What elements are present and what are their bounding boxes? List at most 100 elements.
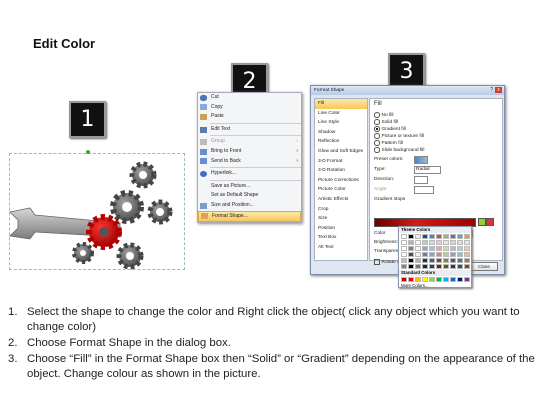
color-swatch[interactable] — [443, 264, 449, 269]
color-swatch[interactable] — [457, 258, 463, 263]
menu-item-group[interactable]: Group › — [198, 137, 301, 147]
remove-stop-icon[interactable] — [486, 218, 494, 226]
color-swatch[interactable] — [415, 264, 421, 269]
menu-item-copy[interactable]: Copy — [198, 103, 301, 113]
color-swatch[interactable] — [450, 240, 456, 245]
nav-item-fill[interactable]: Fill — [315, 99, 367, 109]
color-swatch[interactable] — [464, 240, 470, 245]
add-stop-icon[interactable] — [478, 218, 486, 226]
color-swatch[interactable] — [415, 240, 421, 245]
fill-option-slide-bg[interactable]: Slide background fill — [374, 147, 424, 153]
menu-item-paste[interactable]: Paste — [198, 112, 301, 122]
color-swatch[interactable] — [464, 258, 470, 263]
color-swatch[interactable] — [436, 240, 442, 245]
fill-option-pattern[interactable]: Pattern fill — [374, 140, 403, 146]
radio[interactable] — [374, 147, 380, 153]
color-swatch[interactable] — [422, 264, 428, 269]
color-swatch[interactable] — [436, 264, 442, 269]
color-swatch[interactable] — [422, 252, 428, 257]
nav-item-picture-color[interactable]: Picture Color — [315, 185, 367, 195]
color-swatch[interactable] — [408, 258, 414, 263]
menu-item-save-as-picture[interactable]: Save as Picture... — [198, 182, 301, 192]
checkbox[interactable] — [374, 259, 380, 265]
color-swatch[interactable] — [429, 246, 435, 251]
color-swatch[interactable] — [415, 234, 421, 239]
color-swatch[interactable] — [450, 258, 456, 263]
color-swatch[interactable] — [408, 246, 414, 251]
type-dropdown[interactable]: Radial — [414, 166, 441, 174]
radio[interactable] — [374, 119, 380, 125]
direction-dropdown[interactable] — [414, 176, 428, 184]
color-swatch[interactable] — [450, 234, 456, 239]
color-swatch[interactable] — [450, 277, 456, 282]
color-swatch[interactable] — [457, 234, 463, 239]
nav-item-line-color[interactable]: Line Color — [315, 109, 367, 119]
radio[interactable] — [374, 133, 380, 139]
color-swatch[interactable] — [457, 246, 463, 251]
nav-item-crop[interactable]: Crop — [315, 205, 367, 215]
color-swatch[interactable] — [408, 264, 414, 269]
color-swatch[interactable] — [436, 234, 442, 239]
color-swatch[interactable] — [429, 252, 435, 257]
color-swatch[interactable] — [422, 277, 428, 282]
angle-field[interactable] — [414, 186, 434, 194]
nav-item-line-style[interactable]: Line Style — [315, 118, 367, 128]
color-swatch[interactable] — [401, 246, 407, 251]
color-swatch[interactable] — [429, 264, 435, 269]
color-swatch[interactable] — [436, 252, 442, 257]
color-swatch[interactable] — [443, 234, 449, 239]
menu-item-cut[interactable]: Cut — [198, 93, 301, 103]
fill-option-gradient[interactable]: Gradient fill — [374, 126, 406, 132]
radio[interactable] — [374, 140, 380, 146]
gears-wrench-graphic[interactable] — [0, 140, 190, 280]
color-swatch[interactable] — [429, 234, 435, 239]
radio-selected[interactable] — [374, 126, 380, 132]
color-swatch[interactable] — [408, 277, 414, 282]
nav-item-3d-rotation[interactable]: 3-D Rotation — [315, 166, 367, 176]
fill-option-solid[interactable]: Solid fill — [374, 119, 398, 125]
color-swatch[interactable] — [401, 258, 407, 263]
color-swatch[interactable] — [415, 277, 421, 282]
help-icon[interactable]: ? — [490, 87, 493, 93]
color-swatch[interactable] — [401, 277, 407, 282]
color-swatch[interactable] — [429, 240, 435, 245]
color-swatch[interactable] — [408, 252, 414, 257]
color-swatch[interactable] — [464, 252, 470, 257]
color-swatch[interactable] — [450, 252, 456, 257]
color-swatch[interactable] — [443, 246, 449, 251]
nav-item-alt-text[interactable]: Alt Text — [315, 243, 367, 253]
color-swatch[interactable] — [436, 258, 442, 263]
color-swatch[interactable] — [422, 234, 428, 239]
color-swatch[interactable] — [457, 264, 463, 269]
menu-item-size-position[interactable]: Size and Position... — [198, 201, 301, 211]
menu-item-set-default-shape[interactable]: Set as Default Shape — [198, 191, 301, 201]
menu-item-bring-to-front[interactable]: Bring to Front › — [198, 147, 301, 157]
nav-item-reflection[interactable]: Reflection — [315, 137, 367, 147]
close-icon[interactable]: x — [495, 87, 502, 93]
color-swatch[interactable] — [415, 246, 421, 251]
color-swatch[interactable] — [429, 258, 435, 263]
color-swatch[interactable] — [450, 264, 456, 269]
color-swatch[interactable] — [443, 277, 449, 282]
nav-item-artistic-effects[interactable]: Artistic Effects — [315, 195, 367, 205]
color-swatch[interactable] — [436, 246, 442, 251]
color-swatch[interactable] — [464, 277, 470, 282]
color-swatch[interactable] — [457, 252, 463, 257]
color-swatch[interactable] — [457, 277, 463, 282]
color-swatch[interactable] — [422, 258, 428, 263]
fill-option-no-fill[interactable]: No fill — [374, 112, 394, 118]
color-swatch[interactable] — [443, 240, 449, 245]
color-swatch[interactable] — [422, 240, 428, 245]
color-swatch[interactable] — [401, 240, 407, 245]
menu-item-send-to-back[interactable]: Send to Back › — [198, 157, 301, 167]
color-swatch[interactable] — [450, 246, 456, 251]
menu-item-hyperlink[interactable]: Hyperlink... — [198, 169, 301, 179]
color-swatch[interactable] — [464, 234, 470, 239]
nav-item-position[interactable]: Position — [315, 224, 367, 234]
color-swatch[interactable] — [415, 258, 421, 263]
color-swatch[interactable] — [401, 264, 407, 269]
color-swatch[interactable] — [401, 252, 407, 257]
color-swatch[interactable] — [464, 264, 470, 269]
color-swatch[interactable] — [443, 258, 449, 263]
color-swatch[interactable] — [443, 252, 449, 257]
